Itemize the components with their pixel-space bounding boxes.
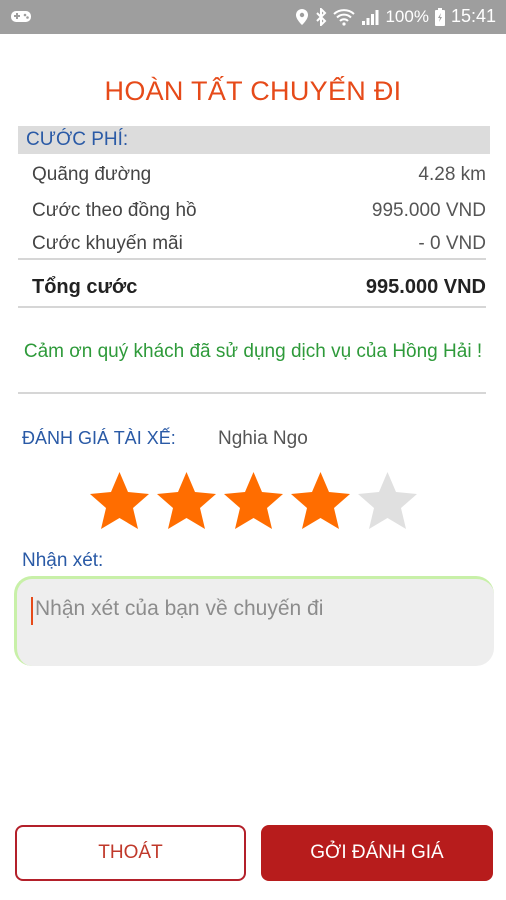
star-empty-icon[interactable] bbox=[354, 468, 421, 532]
battery-icon bbox=[434, 7, 445, 26]
status-bar: 100% 15:41 bbox=[0, 0, 506, 34]
star-rating[interactable] bbox=[86, 468, 421, 532]
divider bbox=[18, 392, 486, 394]
page-title: HOÀN TẤT CHUYẾN ĐI bbox=[104, 76, 402, 106]
star-filled-icon[interactable] bbox=[86, 468, 153, 532]
comment-label: Nhận xét: bbox=[22, 550, 104, 571]
exit-button[interactable]: THOÁT bbox=[15, 825, 246, 881]
driver-name: Nghia Ngo bbox=[218, 428, 308, 449]
total-value: 995.000 VND bbox=[365, 276, 486, 298]
location-icon bbox=[295, 8, 309, 26]
battery-percentage: 100% bbox=[385, 6, 429, 26]
gamepad-icon bbox=[10, 8, 32, 29]
bluetooth-icon bbox=[315, 7, 327, 26]
comment-input[interactable] bbox=[31, 597, 481, 621]
divider bbox=[18, 306, 486, 308]
star-filled-icon[interactable] bbox=[287, 468, 354, 532]
thanks-message: Cảm ơn quý khách đã sử dụng dịch vụ của … bbox=[23, 341, 483, 362]
fee-section-header: CƯỚC PHÍ: bbox=[18, 126, 490, 154]
fee-row-meter: Cước theo đồng hồ 995.000 VND bbox=[32, 200, 486, 222]
signal-icon bbox=[361, 8, 379, 26]
submit-rating-button[interactable]: GỞI ĐÁNH GIÁ bbox=[261, 825, 493, 881]
fee-value: - 0 VND bbox=[418, 233, 486, 254]
wifi-icon bbox=[333, 8, 356, 26]
fee-row-distance: Quãng đường 4.28 km bbox=[32, 164, 486, 186]
divider bbox=[18, 258, 486, 260]
fee-label: Quãng đường bbox=[32, 164, 152, 185]
star-filled-icon[interactable] bbox=[153, 468, 220, 532]
driver-rating-label: ĐÁNH GIÁ TÀI XẾ: bbox=[22, 428, 176, 448]
fee-row-promotion: Cước khuyến mãi - 0 VND bbox=[32, 233, 486, 255]
text-cursor bbox=[31, 597, 33, 625]
comment-box[interactable] bbox=[14, 576, 494, 666]
fee-value: 4.28 km bbox=[418, 164, 486, 185]
fee-label: Cước khuyến mãi bbox=[32, 233, 183, 254]
status-time: 15:41 bbox=[450, 6, 496, 26]
fee-value: 995.000 VND bbox=[371, 200, 486, 221]
star-filled-icon[interactable] bbox=[220, 468, 287, 532]
total-label: Tổng cước bbox=[32, 276, 138, 298]
fee-total-row: Tổng cước 995.000 VND bbox=[32, 276, 486, 299]
fee-label: Cước theo đồng hồ bbox=[32, 200, 197, 221]
